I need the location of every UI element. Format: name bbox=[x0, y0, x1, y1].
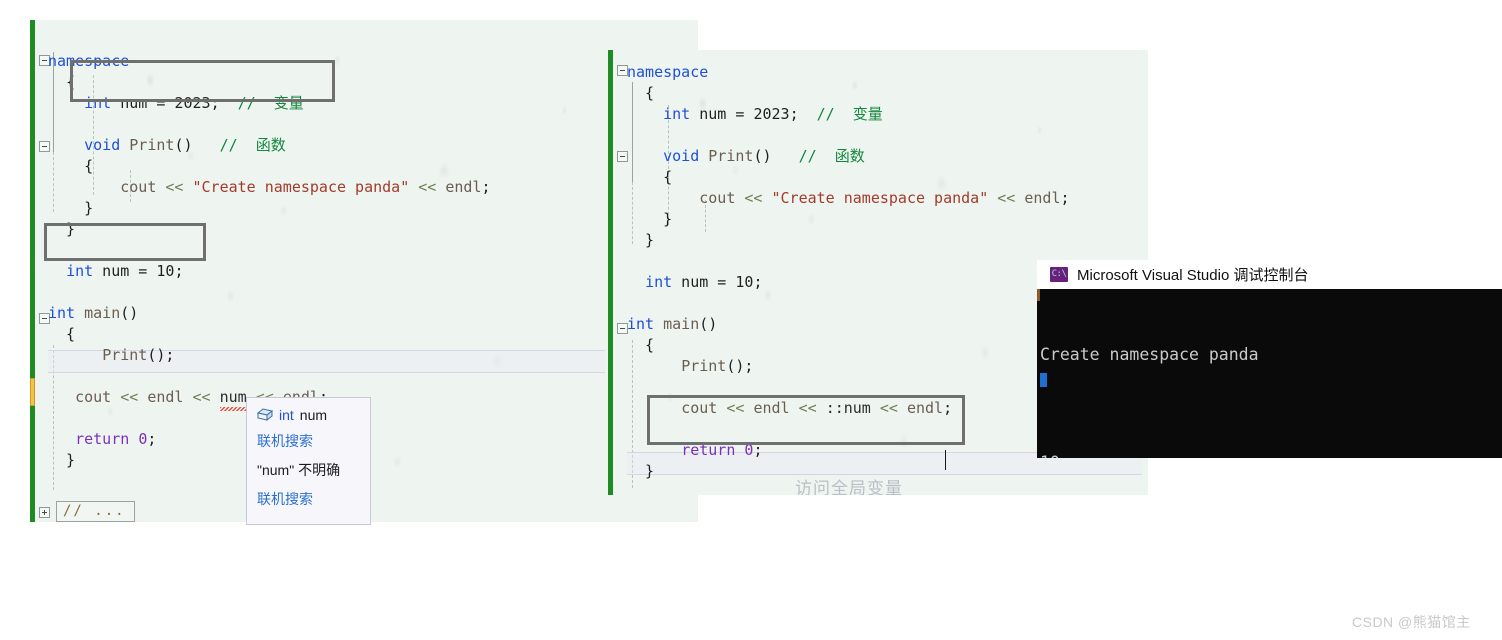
token-line-return: return 0; bbox=[75, 430, 157, 448]
token-brace-close-print-right: } bbox=[627, 210, 673, 228]
token-line-print-call-right: Print(); bbox=[681, 357, 754, 375]
console-line: 10 bbox=[1040, 454, 1502, 458]
tooltip-symbol-name: num bbox=[299, 407, 328, 423]
token-brace-close-main: } bbox=[48, 451, 76, 469]
cmd-prompt-icon-text: C:\ bbox=[1051, 269, 1067, 279]
token-brace-open-print: { bbox=[48, 157, 94, 175]
right-editor-annotation-label: 访问全局变量 bbox=[795, 479, 903, 495]
tooltip-error-message: "num" 不明确 bbox=[257, 462, 341, 478]
console-output-area[interactable]: Create namespace panda 10 D:\visaul 2022… bbox=[1037, 289, 1502, 458]
quick-info-tooltip[interactable]: int num 联机搜索 "num" 不明确 联机搜索 bbox=[246, 397, 371, 525]
tooltip-search-link-2[interactable]: 联机搜索 bbox=[257, 489, 360, 509]
saved-changes-marker bbox=[30, 20, 35, 378]
token-line-main-decl-right: int main() bbox=[627, 315, 718, 333]
token-namespace-keyword-right: namespace bbox=[627, 63, 709, 81]
token-line-main-decl: int main() bbox=[48, 304, 139, 322]
token-brace-close-namespace-right: } bbox=[627, 231, 655, 249]
console-title-text: Microsoft Visual Studio 调试控制台 bbox=[1077, 267, 1309, 284]
token-line-cout-create-right: cout << "Create namespace panda" << endl… bbox=[699, 189, 1070, 207]
token-line-print-call: Print(); bbox=[102, 346, 175, 364]
token-brace-open-main: { bbox=[48, 325, 76, 343]
tooltip-type-text: int bbox=[279, 407, 294, 423]
token-brace-open-right: { bbox=[627, 84, 655, 102]
variable-box-icon bbox=[257, 408, 273, 422]
console-title-bar[interactable]: C:\ Microsoft Visual Studio 调试控制台 bbox=[1037, 260, 1502, 289]
token-line-num2023-right: int num = 2023; // 变量 bbox=[663, 105, 883, 123]
annot-box-namespace-num bbox=[70, 60, 335, 102]
token-line-global-num-right: int num = 10; bbox=[645, 273, 763, 291]
token-brace-open-print-right: { bbox=[627, 168, 673, 186]
tooltip-symbol-row: int num bbox=[257, 405, 360, 425]
tooltip-search-link-1[interactable]: 联机搜索 bbox=[257, 431, 360, 451]
token-line-cout-create: cout << "Create namespace panda" << endl… bbox=[120, 178, 491, 196]
unsaved-changes-marker bbox=[30, 378, 35, 406]
console-edge-marker bbox=[1037, 289, 1040, 301]
token-line-global-num: int num = 10; bbox=[66, 262, 184, 280]
saved-changes-marker-lower bbox=[30, 406, 35, 522]
token-line-print-decl-right: void Print() // 函数 bbox=[663, 147, 865, 165]
token-brace-close-print: } bbox=[48, 199, 94, 217]
saved-changes-marker-right bbox=[608, 50, 613, 495]
cmd-prompt-icon: C:\ bbox=[1050, 267, 1068, 282]
annot-box-scoped-num bbox=[647, 395, 965, 445]
console-line: Create namespace panda bbox=[1040, 345, 1259, 364]
token-line-print-decl: void Print() // 函数 bbox=[84, 136, 286, 154]
debug-console-window[interactable]: C:\ Microsoft Visual Studio 调试控制台 Create… bbox=[1037, 260, 1502, 458]
text-caret bbox=[945, 450, 946, 470]
console-cursor bbox=[1040, 373, 1047, 387]
token-brace-open-main-right: { bbox=[627, 336, 655, 354]
fold-toggle-collapsed-region[interactable] bbox=[39, 507, 50, 518]
token-brace-close-main-right: } bbox=[627, 462, 655, 480]
collapsed-region-chip[interactable]: // ... bbox=[56, 501, 135, 522]
annot-box-global-num bbox=[44, 223, 206, 261]
csdn-watermark: CSDN @熊猫馆主 bbox=[1352, 614, 1471, 630]
